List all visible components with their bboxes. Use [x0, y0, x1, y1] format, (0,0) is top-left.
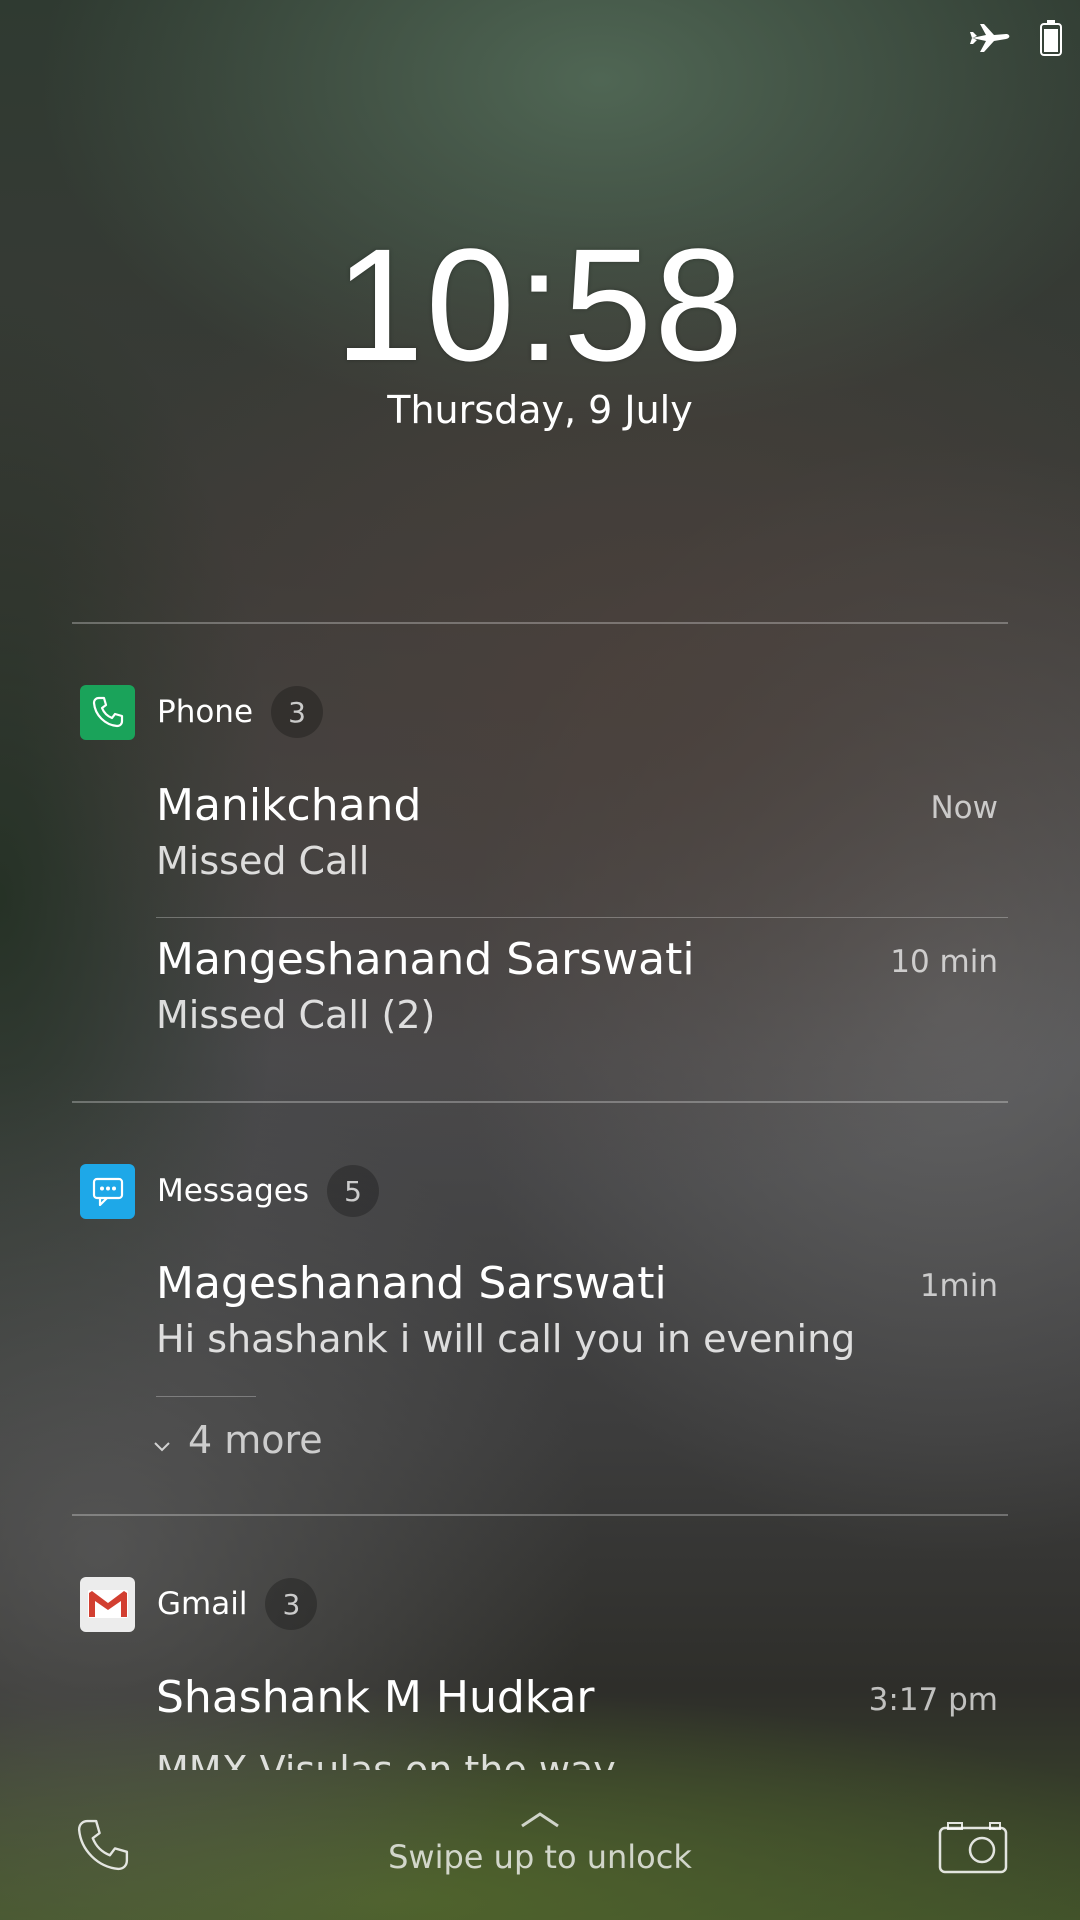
battery-icon [1040, 20, 1062, 60]
separator [156, 1396, 256, 1397]
divider [72, 1101, 1008, 1103]
notification-time: 10 min [890, 944, 998, 980]
notification-body-clipped: MMX Visulas on the way [156, 1748, 1006, 1770]
clock-time: 10:58 [334, 215, 746, 394]
chevron-down-icon [152, 1418, 188, 1462]
notification-body: Hi shashank i will call you in evening [156, 1317, 856, 1361]
notification-body: MMX Visulas on the way [156, 1748, 616, 1770]
swipe-to-unlock-hint[interactable]: Swipe up to unlock [0, 1838, 1080, 1876]
gmail-count-badge: 3 [265, 1578, 318, 1630]
notification-group-messages-header[interactable]: Messages 5 [80, 1163, 380, 1219]
show-more-button[interactable]: 4 more [152, 1418, 323, 1462]
notification-title: Mangeshanand Sarswati [156, 934, 695, 985]
notification-title: Mageshanand Sarswati [156, 1258, 667, 1309]
messages-app-name: Messages [157, 1173, 310, 1209]
notification-title: Manikchand [156, 780, 422, 831]
status-bar [970, 20, 1062, 60]
chevron-up-icon[interactable] [520, 1810, 560, 1834]
phone-count-badge: 3 [271, 686, 324, 738]
show-more-label: 4 more [188, 1418, 323, 1462]
gmail-app-icon [80, 1576, 135, 1632]
notification-body: Missed Call (2) [156, 993, 436, 1037]
divider [72, 1514, 1008, 1516]
notification-time: 3:17 pm [868, 1682, 998, 1718]
gmail-app-name: Gmail [157, 1586, 248, 1622]
messages-app-icon [80, 1163, 135, 1219]
notification-item[interactable]: Shashank M Hudkar 3:17 pm [156, 1672, 1006, 1748]
notification-time: Now [930, 790, 998, 826]
notification-body: Missed Call [156, 839, 370, 883]
notification-group-phone-header[interactable]: Phone 3 [80, 684, 324, 740]
divider [72, 622, 1008, 624]
separator [156, 917, 1008, 918]
notification-item[interactable]: Mangeshanand Sarswati Missed Call (2) 10… [156, 934, 1006, 1054]
notification-time: 1min [919, 1268, 998, 1304]
airplane-icon [970, 22, 1012, 58]
phone-app-name: Phone [157, 694, 254, 730]
notification-item[interactable]: Mageshanand Sarswati Hi shashank i will … [156, 1258, 1006, 1388]
notification-item[interactable]: Manikchand Missed Call Now [156, 780, 1006, 900]
messages-count-badge: 5 [327, 1165, 380, 1217]
notification-group-gmail-header[interactable]: Gmail 3 [80, 1576, 318, 1632]
clock-date: Thursday, 9 July [387, 388, 693, 432]
phone-app-icon [80, 684, 135, 740]
